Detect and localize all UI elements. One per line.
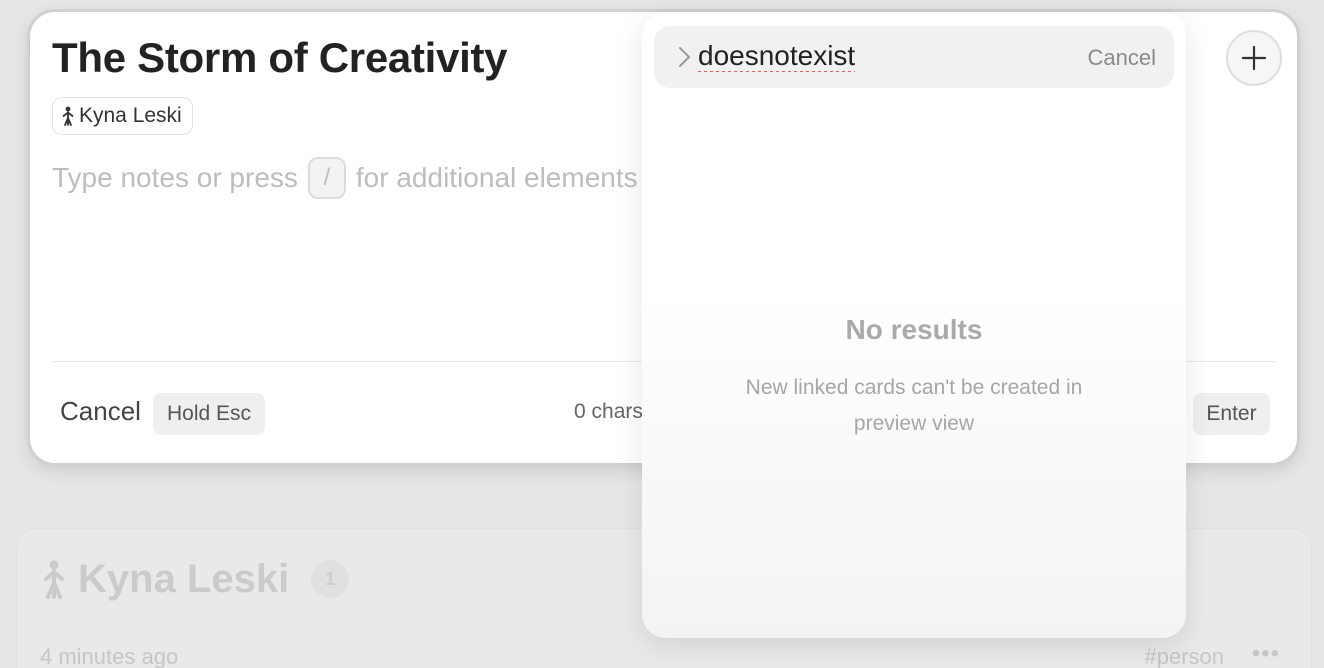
tag-label[interactable]: #person: [1144, 644, 1224, 668]
background-card-title-text: Kyna Leski: [78, 556, 290, 601]
search-cancel-button[interactable]: Cancel: [1088, 45, 1156, 71]
background-card-title: Kyna Leski 1: [40, 555, 350, 603]
character-count: 0 chars: [574, 400, 643, 423]
placeholder-text-start: Type notes or press: [52, 162, 298, 193]
cancel-button[interactable]: Cancel: [60, 396, 141, 427]
card-title[interactable]: The Storm of Creativity: [52, 34, 507, 82]
slash-key-hint: /: [307, 157, 346, 199]
search-bar: Cancel: [654, 26, 1174, 88]
hash-icon: #: [1144, 644, 1157, 668]
plus-icon: [1241, 45, 1267, 71]
person-chip[interactable]: Kyna Leski: [52, 97, 193, 135]
more-icon[interactable]: •••: [1252, 640, 1280, 668]
hold-esc-hint: Hold Esc: [153, 393, 265, 435]
notes-input[interactable]: Type notes or press / for additional ele…: [52, 155, 638, 201]
search-input[interactable]: [698, 36, 1078, 76]
linked-count-badge: 1: [311, 560, 350, 598]
app-screen: Kyna Leski 1 4 minutes ago #person ••• T…: [0, 0, 1324, 668]
timestamp: 4 minutes ago: [40, 644, 179, 668]
person-icon: [62, 106, 74, 126]
no-results-title: No results: [845, 314, 983, 345]
tag-text: person: [1156, 644, 1224, 668]
link-search-popup: Cancel No results New linked cards can't…: [642, 12, 1186, 638]
placeholder-text-end: for additional elements: [355, 162, 638, 193]
enter-key-button[interactable]: Enter: [1193, 393, 1270, 435]
person-icon: [44, 560, 64, 599]
no-results-message: New linked cards can't be created in pre…: [745, 376, 1083, 435]
person-chip-label: Kyna Leski: [79, 104, 182, 127]
add-button[interactable]: [1226, 30, 1282, 86]
chevron-right-icon[interactable]: [674, 44, 694, 70]
